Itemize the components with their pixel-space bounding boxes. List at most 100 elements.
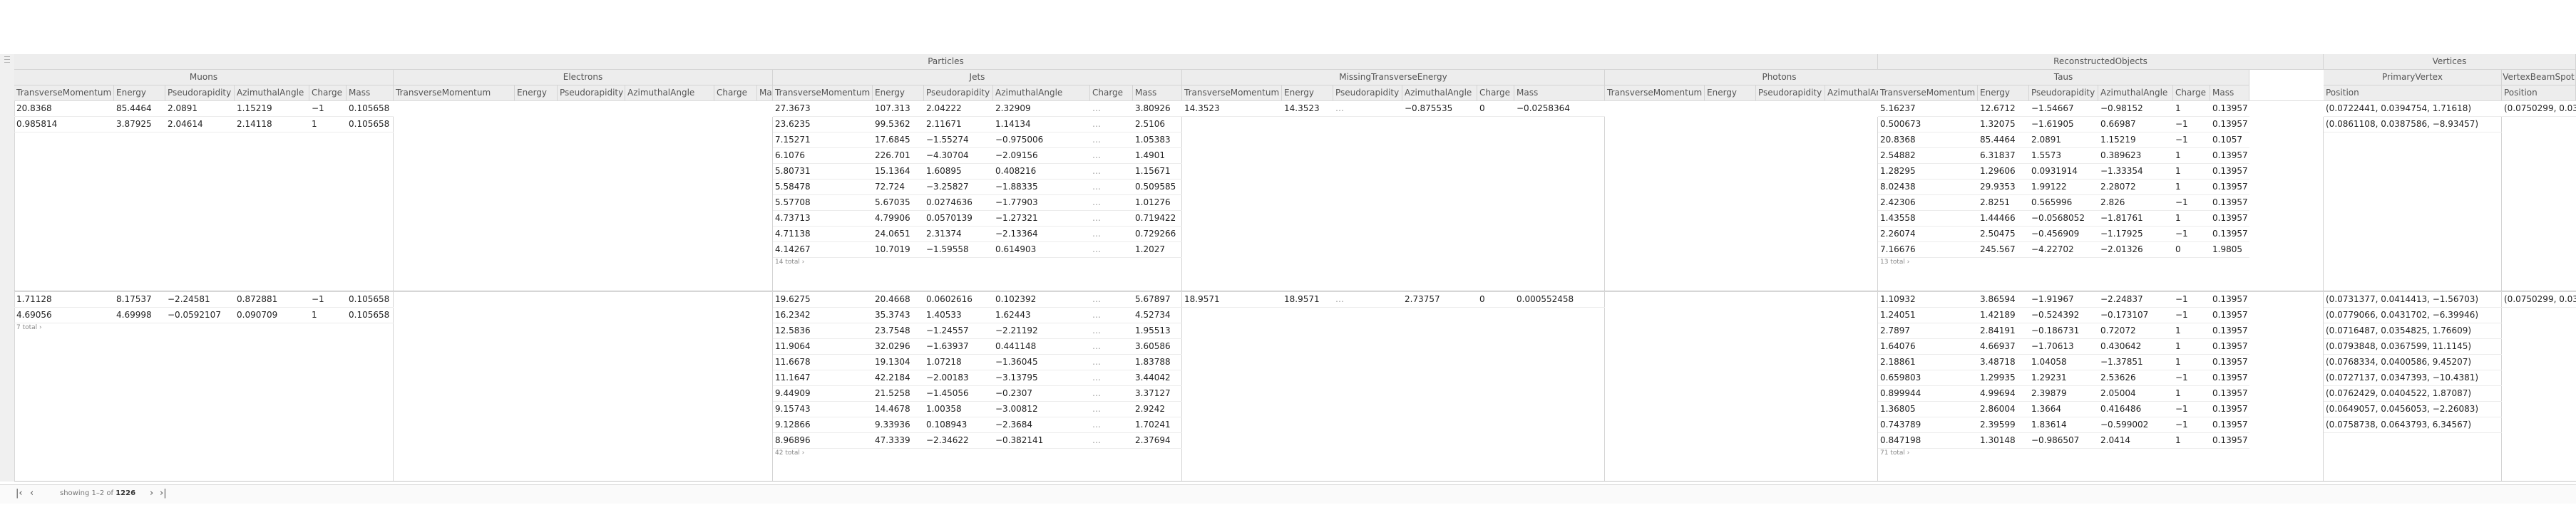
cell-jets-pseudorapidity: 2.31374 <box>926 229 962 239</box>
cell-primary-vertex-position: (0.0762429, 0.0404522, 1.87087) <box>2326 388 2472 398</box>
header-taus[interactable]: Taus <box>1878 70 2249 85</box>
cell-taus-charge: 1 <box>2175 341 2181 351</box>
cell-taus-transverse-momentum: 1.10932 <box>1880 294 1916 304</box>
cell-jets-pseudorapidity: 0.0274636 <box>926 197 973 207</box>
cell-jets-azimuthal-angle: 0.614903 <box>995 244 1037 254</box>
column-header-muons-pseudorapidity[interactable]: Pseudorapidity <box>165 85 235 101</box>
total-link-jets[interactable]: 42 total › <box>773 449 804 457</box>
cell-taus-transverse-momentum: 20.8368 <box>1880 135 1916 145</box>
column-header-electrons-energy[interactable]: Energy <box>515 85 558 101</box>
header-primary-vertex[interactable]: PrimaryVertex <box>2324 70 2502 85</box>
total-link-taus[interactable]: 71 total › <box>1878 449 1909 457</box>
column-header-electrons-pseudorapidity[interactable]: Pseudorapidity <box>558 85 625 101</box>
cell-met-pseudorapidity: … <box>1335 294 1344 304</box>
header-reconstructed-objects[interactable]: ReconstructedObjects <box>1878 54 2324 70</box>
column-header-jets-mass[interactable]: Mass <box>1133 85 1182 101</box>
cell-jets-charge: … <box>1092 182 1101 192</box>
header-met[interactable]: MissingTransverseEnergy <box>1182 70 1605 85</box>
cell-muons-charge: 1 <box>312 310 317 320</box>
header-vertices[interactable]: Vertices <box>2324 54 2576 70</box>
cell-muons-pseudorapidity: 2.04614 <box>168 119 203 129</box>
previous-page-button[interactable]: ‹ <box>30 488 34 499</box>
column-header-taus-transverse-momentum[interactable]: TransverseMomentum <box>1878 85 1978 101</box>
cell-taus-mass: 0.13957 <box>2212 197 2248 207</box>
cell-jets-charge: … <box>1092 357 1101 367</box>
column-header-beam-spot-position[interactable]: Position <box>2502 85 2576 101</box>
cell-taus-pseudorapidity: −0.0568052 <box>2031 213 2085 223</box>
record-divider <box>1182 307 1605 308</box>
cell-taus-mass: 0.13957 <box>2212 326 2248 335</box>
column-header-jets-energy[interactable]: Energy <box>873 85 924 101</box>
cell-jets-energy: 9.33936 <box>875 420 910 430</box>
column-header-jets-transverse-momentum[interactable]: TransverseMomentum <box>773 85 873 101</box>
column-header-jets-pseudorapidity[interactable]: Pseudorapidity <box>924 85 993 101</box>
column-header-met-azimuthal-angle[interactable]: AzimuthalAngle <box>1402 85 1477 101</box>
column-header-muons-charge[interactable]: Charge <box>309 85 347 101</box>
cell-taus-charge: −1 <box>2175 197 2188 207</box>
column-header-met-transverse-momentum[interactable]: TransverseMomentum <box>1182 85 1282 101</box>
cell-jets-mass: 4.52734 <box>1135 310 1171 320</box>
column-header-taus-azimuthal-angle[interactable]: AzimuthalAngle <box>2098 85 2173 101</box>
cell-taus-mass: 0.13957 <box>2212 388 2248 398</box>
header-muons[interactable]: Muons <box>14 70 394 85</box>
row-gutter[interactable] <box>0 54 15 482</box>
cell-jets-charge: … <box>1092 341 1101 351</box>
cell-met-pseudorapidity: … <box>1335 103 1344 113</box>
cell-jets-charge: … <box>1092 388 1101 398</box>
total-link-muons[interactable]: 7 total › <box>14 323 42 332</box>
total-link-taus[interactable]: 13 total › <box>1878 258 1909 266</box>
column-header-photons-transverse-momentum[interactable]: TransverseMomentum <box>1605 85 1705 101</box>
column-header-met-energy[interactable]: Energy <box>1282 85 1333 101</box>
cell-muons-azimuthal-angle: 0.090709 <box>237 310 278 320</box>
column-header-electrons-mass[interactable]: Mass <box>757 85 773 101</box>
cell-muons-mass: 0.105658 <box>349 119 390 129</box>
cell-jets-transverse-momentum: 4.73713 <box>775 213 811 223</box>
cell-jets-mass: 1.2027 <box>1135 244 1165 254</box>
cell-jets-transverse-momentum: 5.58478 <box>775 182 811 192</box>
last-page-button[interactable]: ›| <box>160 488 167 499</box>
column-header-jets-azimuthal-angle[interactable]: AzimuthalAngle <box>993 85 1090 101</box>
cell-jets-energy: 10.7019 <box>875 244 910 254</box>
column-header-muons-transverse-momentum[interactable]: TransverseMomentum <box>14 85 114 101</box>
column-header-taus-mass[interactable]: Mass <box>2210 85 2249 101</box>
column-header-primary-vertex-position[interactable]: Position <box>2324 85 2502 101</box>
column-header-taus-energy[interactable]: Energy <box>1978 85 2029 101</box>
column-header-met-mass[interactable]: Mass <box>1514 85 1605 101</box>
total-link-jets[interactable]: 14 total › <box>773 258 804 266</box>
column-header-jets-charge[interactable]: Charge <box>1090 85 1133 101</box>
cell-jets-azimuthal-angle: −0.2307 <box>995 388 1033 398</box>
column-header-taus-charge[interactable]: Charge <box>2173 85 2210 101</box>
column-header-met-charge[interactable]: Charge <box>1477 85 1514 101</box>
column-header-electrons-azimuthal-angle[interactable]: AzimuthalAngle <box>625 85 714 101</box>
cell-taus-pseudorapidity: 1.83614 <box>2031 420 2067 430</box>
column-header-electrons-charge[interactable]: Charge <box>714 85 757 101</box>
cell-taus-pseudorapidity: −1.91967 <box>2031 294 2074 304</box>
cell-jets-mass: 1.83788 <box>1135 357 1171 367</box>
column-header-taus-pseudorapidity[interactable]: Pseudorapidity <box>2029 85 2098 101</box>
column-header-muons-mass[interactable]: Mass <box>347 85 394 101</box>
next-page-button[interactable]: › <box>150 488 153 499</box>
cell-taus-azimuthal-angle: 0.66987 <box>2100 119 2136 129</box>
cell-taus-pseudorapidity: −0.186731 <box>2031 326 2080 335</box>
column-header-met-pseudorapidity[interactable]: Pseudorapidity <box>1333 85 1402 101</box>
column-header-photons-energy[interactable]: Energy <box>1705 85 1756 101</box>
cell-taus-energy: 4.99694 <box>1980 388 2016 398</box>
cell-jets-transverse-momentum: 9.44909 <box>775 388 811 398</box>
header-beam-spot[interactable]: VertexBeamSpot <box>2502 70 2576 85</box>
column-header-electrons-transverse-momentum[interactable]: TransverseMomentum <box>394 85 515 101</box>
column-header-muons-azimuthal-angle[interactable]: AzimuthalAngle <box>235 85 309 101</box>
cell-jets-charge: … <box>1092 373 1101 383</box>
cell-jets-mass: 1.01276 <box>1135 197 1171 207</box>
cell-jets-charge: … <box>1092 420 1101 430</box>
header-electrons[interactable]: Electrons <box>394 70 773 85</box>
pagination-bar: |‹ ‹ showing 1–2 of 1226 › ›| <box>0 484 2576 504</box>
column-header-muons-energy[interactable]: Energy <box>114 85 165 101</box>
header-particles[interactable]: Particles <box>14 54 1878 70</box>
header-jets[interactable]: Jets <box>773 70 1182 85</box>
cell-jets-azimuthal-angle: 1.62443 <box>995 310 1031 320</box>
column-header-photons-pseudorapidity[interactable]: Pseudorapidity <box>1756 85 1825 101</box>
cell-jets-azimuthal-angle: −1.27321 <box>995 213 1038 223</box>
cell-taus-mass: 0.13957 <box>2212 373 2248 383</box>
first-page-button[interactable]: |‹ <box>16 488 23 499</box>
cell-primary-vertex-position: (0.0731377, 0.0414413, −1.56703) <box>2326 294 2479 304</box>
